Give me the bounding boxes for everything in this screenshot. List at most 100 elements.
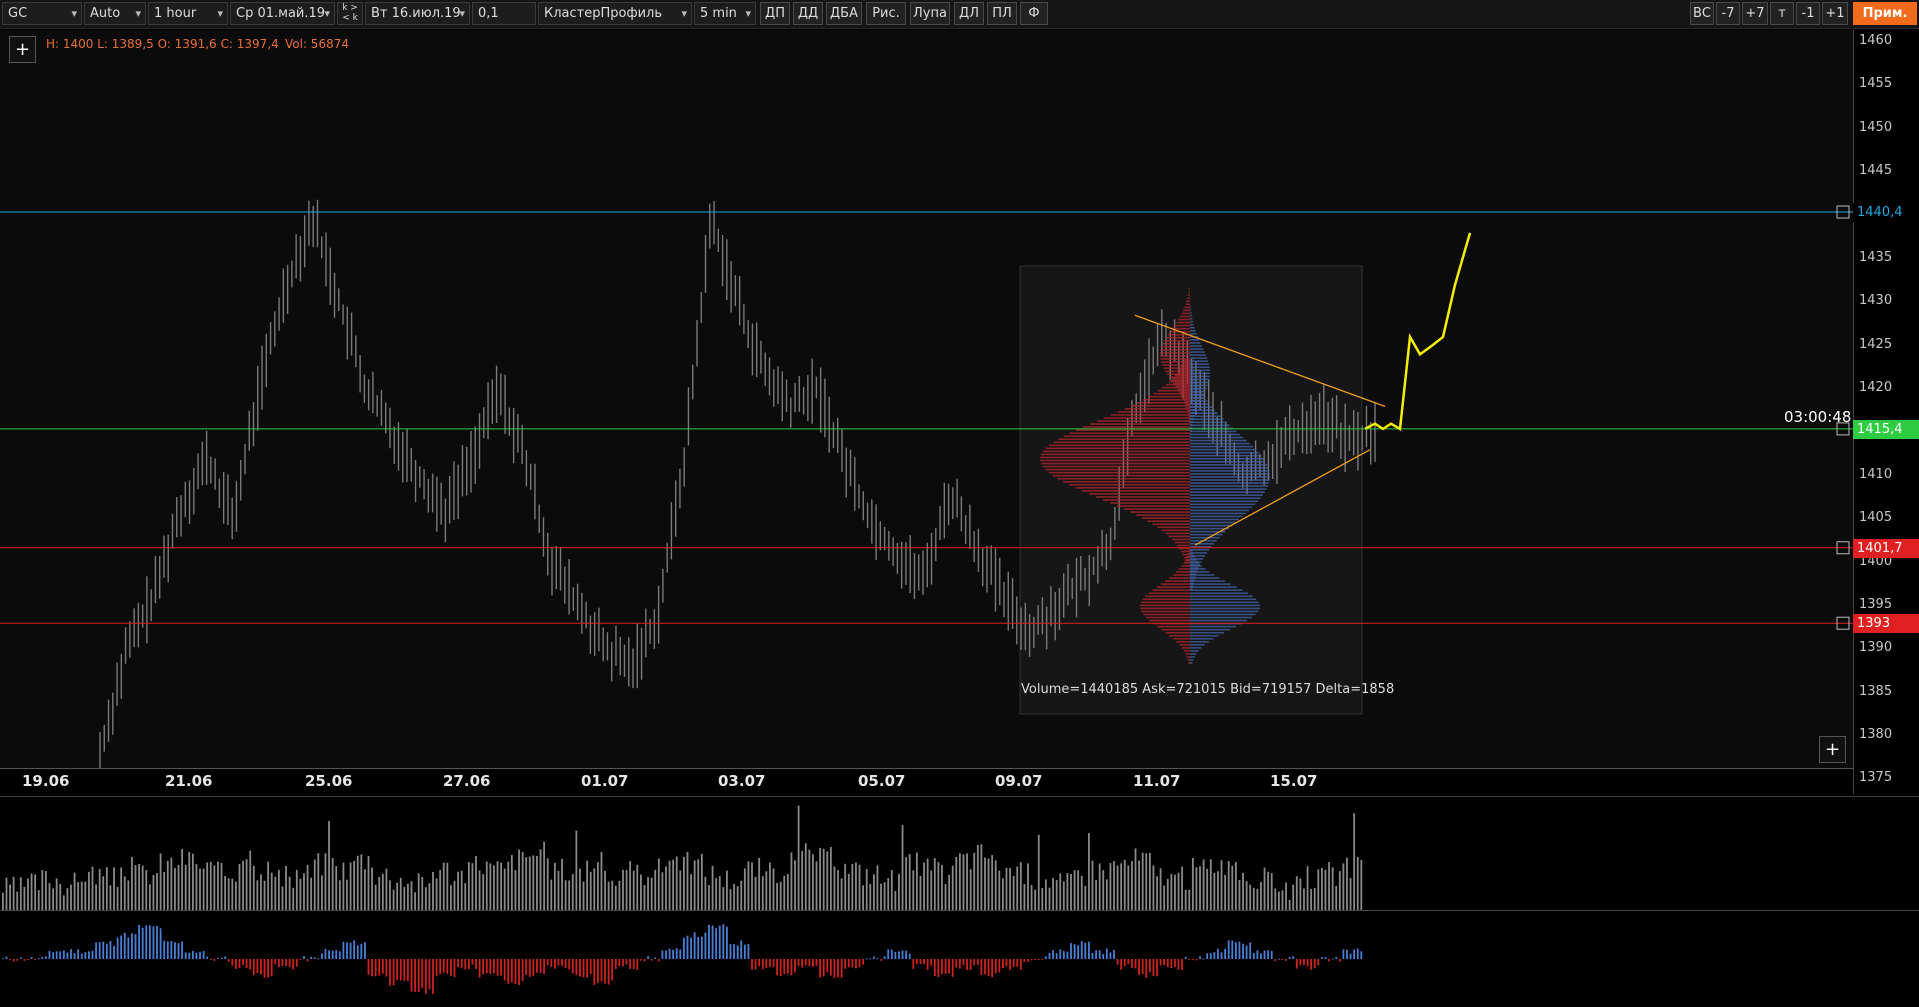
tick-size-input[interactable]: 0,1 [472, 2, 536, 25]
volume-bar [1310, 888, 1313, 911]
timeframe-select[interactable]: 1 hour [148, 2, 228, 25]
draw-button[interactable]: Рис. [866, 2, 906, 25]
delta-bar [206, 956, 209, 959]
price-level-tag[interactable]: 1393 [1853, 614, 1919, 634]
delta-bar [460, 959, 463, 969]
volume-bar [829, 846, 832, 911]
delta-bar [521, 959, 524, 981]
delta-bar [571, 959, 574, 974]
date-to-picker[interactable]: Вт 16.июл.19 [365, 2, 470, 25]
apply-button[interactable]: Прим. [1853, 2, 1917, 25]
delta-bar [661, 950, 664, 959]
add-panel-button[interactable]: + [1819, 736, 1846, 763]
delta-bar [184, 952, 187, 959]
delta-bar [1260, 953, 1262, 959]
volume-bar [138, 863, 140, 911]
volume-bar [457, 871, 459, 911]
profile-bar [1190, 571, 1210, 573]
profile-bar [1190, 653, 1197, 655]
delta-bar [862, 959, 865, 965]
profile-bar [1190, 424, 1230, 427]
pl-button[interactable]: ПЛ [987, 2, 1017, 25]
delta-bar [148, 925, 151, 959]
delta-bar [890, 949, 893, 959]
volume-bar [16, 891, 19, 911]
price-tick-label: 1460 [1859, 33, 1893, 48]
volume-bar [937, 862, 940, 911]
t-button[interactable]: т [1770, 2, 1794, 25]
profile-bar [1190, 381, 1209, 384]
volume-bar [564, 880, 567, 911]
plus7-button[interactable]: +7 [1742, 2, 1768, 25]
price-chart[interactable] [0, 30, 1853, 768]
bar-shift-up[interactable]: k > [338, 3, 362, 13]
delta-bar [1098, 950, 1101, 959]
minus1-button[interactable]: -1 [1796, 2, 1820, 25]
volume-panel[interactable] [0, 796, 1919, 911]
minus7-button[interactable]: -7 [1716, 2, 1740, 25]
template-select[interactable]: КластерПрофиль [538, 2, 692, 25]
profile-bar [1183, 400, 1190, 403]
volume-bar [726, 870, 728, 911]
volume-bar [202, 868, 205, 911]
delta-bar [958, 959, 961, 969]
volume-bar [503, 868, 506, 911]
delta-bar [98, 942, 101, 959]
delta-bar [446, 959, 449, 974]
bar-shift-down[interactable]: < k [338, 13, 362, 23]
profile-bar [1190, 348, 1204, 350]
price-axis[interactable] [1853, 30, 1919, 794]
delta-bar [1166, 959, 1169, 968]
plus1-button[interactable]: +1 [1822, 2, 1848, 25]
add-indicator-button[interactable]: + [9, 36, 36, 63]
price-chart-canvas[interactable] [0, 30, 1853, 768]
delta-bar [1188, 959, 1191, 960]
scale-mode-select[interactable]: Auto [84, 2, 146, 25]
bar-shift-stepper[interactable]: k > < k [337, 2, 363, 25]
volume-bar [1277, 891, 1280, 911]
dp-button[interactable]: ДП [760, 2, 790, 25]
profile-bar [1186, 406, 1190, 409]
price-level-tag[interactable]: 1440,4 [1853, 203, 1919, 223]
volume-bar [156, 873, 158, 911]
profile-bar [1168, 535, 1190, 538]
volume-bar [776, 882, 778, 911]
delta-bar [855, 959, 857, 969]
profile-bar [1190, 536, 1220, 539]
profile-period-select[interactable]: 5 min [694, 2, 756, 25]
volume-bar [976, 844, 979, 911]
volume-bar [478, 870, 481, 911]
volume-bar [700, 853, 703, 911]
profile-bar [1130, 511, 1190, 513]
volume-bar [518, 849, 520, 911]
delta-bar [736, 945, 739, 959]
price-level-tag[interactable]: 1401,7 [1853, 538, 1919, 558]
delta-panel[interactable] [0, 910, 1919, 1007]
volume-bar [1052, 877, 1054, 911]
volume-bar [1299, 878, 1302, 911]
magnifier-button[interactable]: Лупа [910, 2, 950, 25]
dl-button[interactable]: ДЛ [954, 2, 984, 25]
dba-button[interactable]: ДБА [826, 2, 862, 25]
volume-bar [743, 868, 746, 911]
date-from-picker[interactable]: Ср 01.май.19 [230, 2, 335, 25]
profile-bar [1176, 544, 1190, 547]
filter-button[interactable]: Ф [1020, 2, 1048, 25]
delta-bar [812, 959, 814, 967]
delta-bar [256, 959, 259, 973]
vs-button[interactable]: ВС [1690, 2, 1714, 25]
price-level-tag[interactable]: 1415,4 [1853, 419, 1919, 439]
delta-bar [1213, 952, 1216, 959]
delta-bar [496, 959, 499, 976]
delta-bar [163, 940, 166, 959]
profile-bar [1190, 613, 1256, 616]
delta-bar [1313, 959, 1316, 969]
volume-bar [88, 871, 90, 911]
volume-bar [310, 877, 313, 911]
volume-bar [1313, 887, 1316, 911]
volume-bar [102, 876, 105, 911]
symbol-select[interactable]: GC [2, 2, 82, 25]
volume-bar [958, 853, 961, 911]
dd-button[interactable]: ДД [793, 2, 823, 25]
volume-bar [941, 864, 943, 911]
